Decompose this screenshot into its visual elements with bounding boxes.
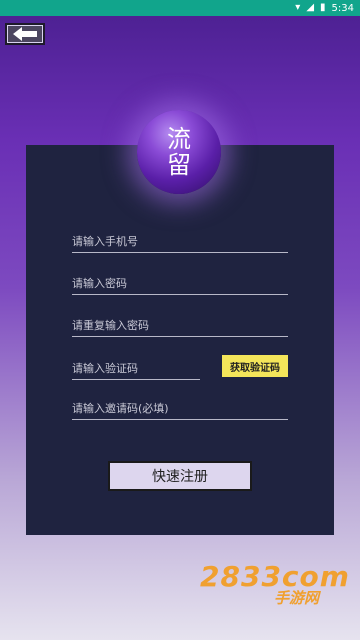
logo-char-1: 流 <box>167 125 191 153</box>
status-time: 5:34 <box>331 2 354 14</box>
invite-code-input[interactable] <box>72 397 288 420</box>
verification-code-input[interactable] <box>72 357 200 380</box>
app-logo: 流 留 <box>137 110 221 194</box>
register-button[interactable]: 快速注册 <box>108 461 252 491</box>
wifi-icon: ▾ <box>295 2 301 13</box>
status-bar: ▾ ◢ ▮ 5:34 <box>0 0 360 16</box>
repeat-password-input[interactable] <box>72 314 288 337</box>
battery-icon: ▮ <box>320 2 326 13</box>
password-input[interactable] <box>72 272 288 295</box>
back-button[interactable] <box>5 23 45 45</box>
signal-icon: ◢ <box>306 2 315 13</box>
arrow-left-icon <box>13 27 37 41</box>
watermark-logo: 2833com 手游网 <box>200 560 354 632</box>
get-code-button[interactable]: 获取验证码 <box>222 355 288 377</box>
phone-input[interactable] <box>72 230 288 253</box>
logo-char-2: 留 <box>167 151 191 179</box>
